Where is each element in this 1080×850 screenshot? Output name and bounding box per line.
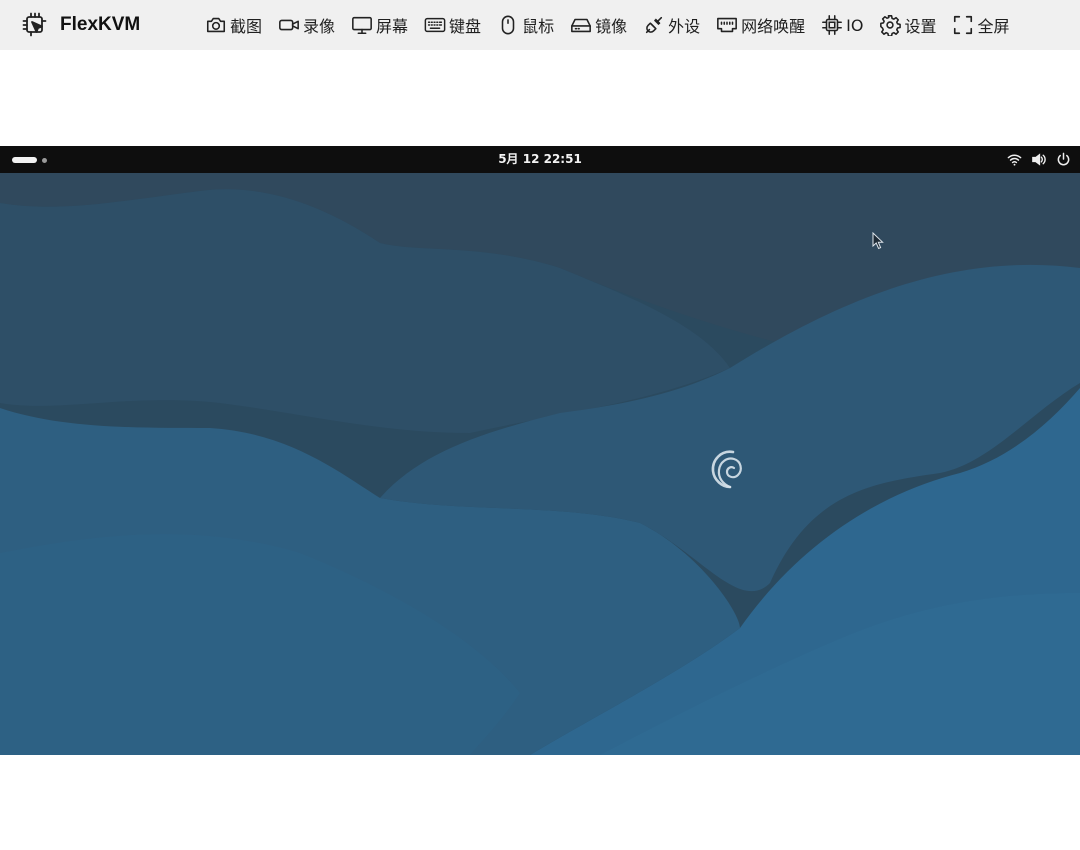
fullscreen-button[interactable]: 全屏 (952, 0, 1009, 50)
chip-cursor-icon (22, 12, 48, 38)
gear-icon (879, 14, 902, 36)
volume-icon[interactable] (1031, 152, 1046, 167)
plug-icon (643, 14, 665, 36)
mouse-label: 鼠标 (522, 17, 555, 36)
screenshot-button[interactable]: 截图 (205, 0, 262, 50)
fullscreen-icon (952, 14, 974, 36)
mouse-pointer-icon (872, 232, 884, 250)
peripheral-label: 外设 (668, 17, 701, 36)
app-name: FlexKVM (60, 14, 141, 35)
power-icon[interactable] (1056, 152, 1071, 167)
mouse-icon (497, 14, 519, 36)
camera-icon (205, 14, 227, 36)
record-button[interactable]: 录像 (278, 0, 335, 50)
mouse-button[interactable]: 鼠标 (497, 0, 554, 50)
settings-label: 设置 (904, 17, 937, 36)
peripheral-button[interactable]: 外设 (643, 0, 700, 50)
brand: FlexKVM (22, 12, 140, 38)
record-label: 录像 (303, 17, 336, 36)
wake-on-lan-label: 网络唤醒 (741, 17, 806, 36)
settings-button[interactable]: 设置 (879, 0, 936, 50)
io-label: IO (846, 15, 864, 35)
keyboard-label: 键盘 (449, 17, 482, 36)
toolbar: 截图 录像 屏幕 键盘 鼠标 镜像 外设 网络唤醒 IO 设置 全屏 (205, 0, 1025, 50)
remote-clock[interactable]: 5月 12 22:51 (0, 146, 1080, 173)
screen-button[interactable]: 屏幕 (351, 0, 408, 50)
desktop-wallpaper (0, 173, 1080, 755)
screen-label: 屏幕 (376, 17, 409, 36)
wifi-icon[interactable] (1007, 152, 1022, 167)
remote-screen[interactable]: 5月 12 22:51 (0, 146, 1080, 755)
app-header: FlexKVM 截图 录像 屏幕 键盘 鼠标 镜像 外设 网络唤醒 IO 设置 … (0, 0, 1080, 50)
debian-swirl-icon (709, 448, 747, 490)
video-icon (278, 14, 300, 36)
image-mount-label: 镜像 (595, 17, 628, 36)
image-mount-button[interactable]: 镜像 (570, 0, 627, 50)
remote-top-bar: 5月 12 22:51 (0, 146, 1080, 173)
ethernet-icon (716, 14, 738, 36)
keyboard-icon (424, 14, 446, 36)
fullscreen-label: 全屏 (977, 17, 1010, 36)
screenshot-label: 截图 (230, 17, 263, 36)
chip-icon (821, 14, 843, 36)
keyboard-button[interactable]: 键盘 (424, 0, 481, 50)
io-button[interactable]: IO (821, 0, 863, 50)
monitor-icon (351, 14, 373, 36)
drive-icon (570, 14, 592, 36)
wake-on-lan-button[interactable]: 网络唤醒 (716, 0, 805, 50)
